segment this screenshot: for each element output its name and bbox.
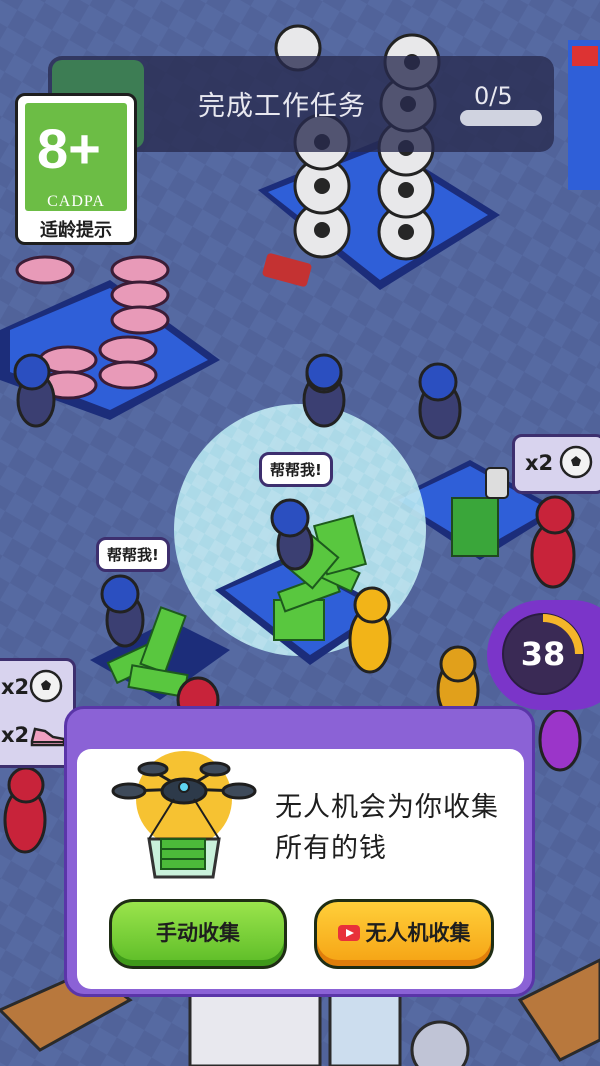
soccer-ball-icon [29,669,63,703]
drone-collect-label: 无人机收集 [365,921,471,945]
help-speech-bubble: 帮帮我! [259,452,333,487]
task-progress-bar [460,110,542,126]
help-speech-bubble: 帮帮我! [96,537,170,572]
age-rating-panel: 8+ CADPA [25,103,127,211]
order-multiplier: x2 [525,451,554,475]
drone-icon [111,751,257,879]
age-rating-value: 8+ [37,117,101,180]
manual-collect-button[interactable]: 手动收集 [109,899,287,969]
age-rating-badge: 8+ CADPA 适龄提示 [15,93,137,245]
order-multiplier: x2 [1,723,30,747]
timer-value: 38 [520,635,566,673]
video-ad-icon [337,924,360,941]
task-progress-count: 0/5 [474,82,513,110]
drone-offer-dialog: 无人机会为你收集所有的钱 手动收集 无人机收集 [64,706,535,997]
game-screen: 完成工作任务 0/5 8+ CADPA 适龄提示 帮帮我! 帮帮我! x2 x2… [0,0,600,1066]
soccer-ball-icon [559,445,593,479]
order-multiplier: x2 [1,675,30,699]
dialog-message: 无人机会为你收集所有的钱 [275,792,499,864]
rating-org: CADPA [47,193,105,210]
age-rating-label: 适龄提示 [40,220,112,241]
task-title: 完成工作任务 [198,91,366,122]
sneaker-icon [30,727,66,747]
drone-collect-button[interactable]: 无人机收集 [314,899,494,969]
manual-collect-label: 手动收集 [156,921,240,945]
dialog-body: 无人机会为你收集所有的钱 手动收集 无人机收集 [77,749,524,989]
order-bubble: x2 [512,434,600,494]
countdown-timer: 38 [487,600,600,710]
